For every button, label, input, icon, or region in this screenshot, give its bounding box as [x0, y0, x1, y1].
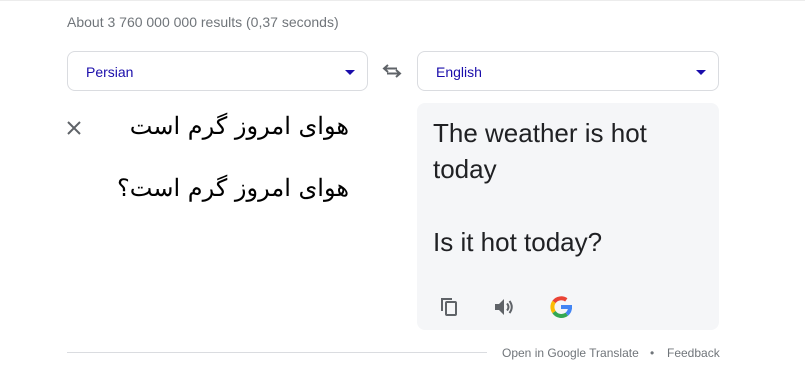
- footer-divider: [67, 352, 487, 353]
- speaker-icon[interactable]: [492, 295, 516, 319]
- footer-separator: •: [650, 346, 655, 360]
- translation-text-line: The weather is hot today: [433, 118, 647, 184]
- translation-output-panel: The weather is hot today Is it hot today…: [417, 103, 719, 330]
- chevron-down-icon: [345, 70, 355, 75]
- feedback-link[interactable]: Feedback: [667, 346, 720, 360]
- swap-icon[interactable]: [381, 62, 403, 80]
- open-in-google-translate-link[interactable]: Open in Google Translate: [502, 346, 639, 360]
- source-language-label: Persian: [86, 64, 134, 80]
- close-icon[interactable]: [64, 118, 84, 138]
- source-text-line[interactable]: هوای امروز گرم است؟: [95, 174, 349, 202]
- results-stats: About 3 760 000 000 results (0,37 second…: [67, 14, 339, 30]
- target-language-select[interactable]: English: [417, 51, 719, 91]
- translation-text-line: Is it hot today?: [433, 227, 603, 257]
- top-divider: [0, 0, 805, 1]
- google-logo[interactable]: [549, 295, 573, 319]
- source-language-select[interactable]: Persian: [67, 51, 368, 91]
- chevron-down-icon: [696, 70, 706, 75]
- copy-icon[interactable]: [437, 295, 461, 319]
- target-language-label: English: [436, 64, 482, 80]
- source-text-line[interactable]: هوای امروز گرم است: [95, 112, 349, 140]
